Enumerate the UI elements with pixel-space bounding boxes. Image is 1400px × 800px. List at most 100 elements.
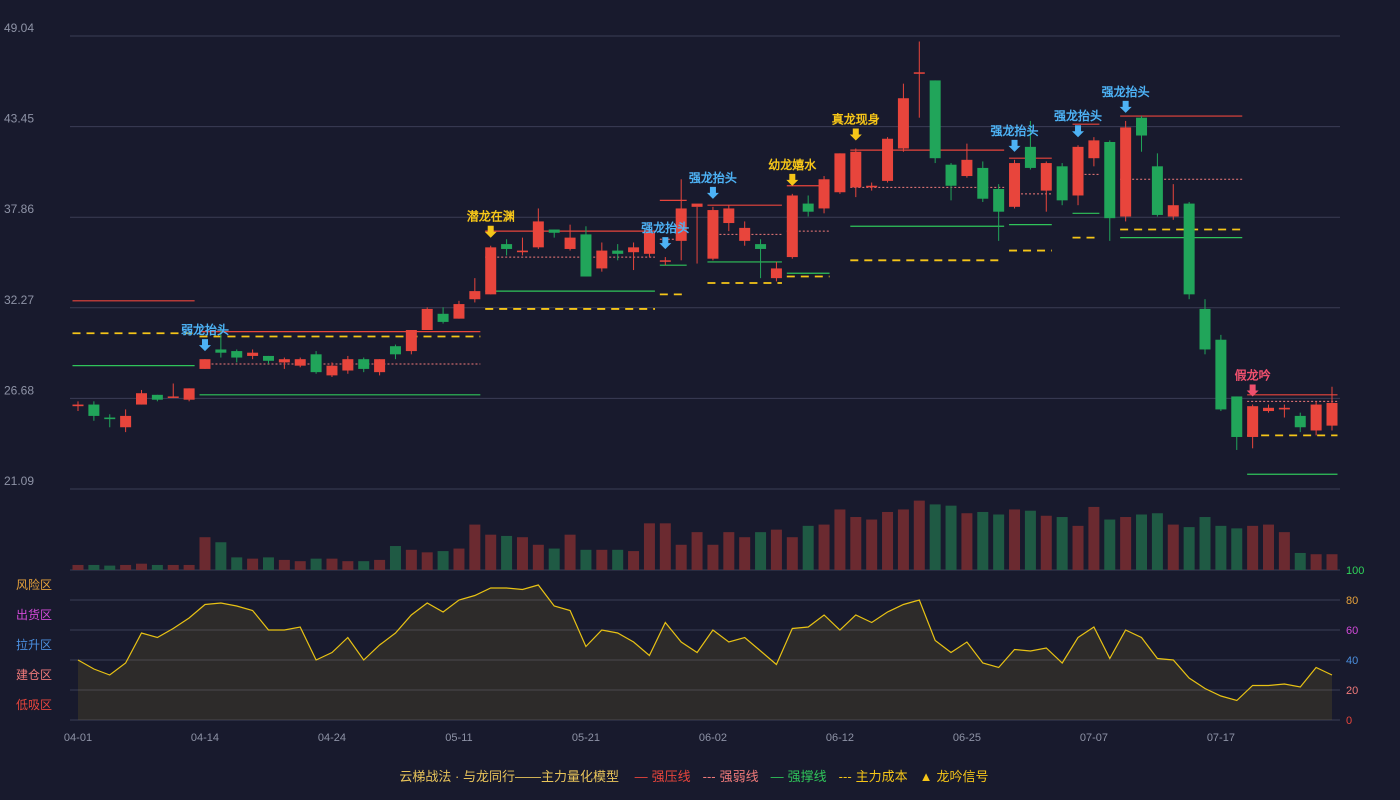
signal-arrow-icon — [706, 186, 719, 199]
candle-body — [1040, 163, 1052, 191]
candle-body — [786, 195, 798, 258]
date-tick-label: 05-11 — [445, 732, 472, 744]
volume-bar — [1151, 513, 1163, 570]
volume-bar — [1072, 525, 1084, 570]
legend-symbol-icon: — — [770, 769, 784, 784]
signal-arrow-icon — [786, 173, 799, 186]
volume-bar — [1263, 524, 1275, 570]
legend-label: 强弱线 — [719, 769, 759, 784]
candle-body — [72, 404, 84, 407]
zone-label: 拉升区 — [16, 637, 52, 652]
volume-bar — [548, 548, 560, 570]
legend-label: 强压线 — [651, 769, 691, 784]
candle-body — [548, 229, 560, 233]
volume-bar — [485, 534, 497, 570]
candle-body — [278, 359, 290, 363]
candle-body — [231, 351, 243, 358]
volume-bar — [1294, 552, 1306, 570]
zone-label: 低吸区 — [16, 698, 52, 712]
volume-bar — [135, 563, 147, 570]
candle-body — [1263, 407, 1275, 412]
candle-body — [1088, 140, 1100, 159]
candle-body — [659, 260, 671, 262]
candle-body — [1151, 166, 1163, 215]
candle-body — [977, 167, 989, 199]
signal-label: 幼龙嬉水 — [768, 157, 817, 172]
candle-body — [151, 394, 163, 400]
legend-item: ▲ 龙吟信号 — [920, 766, 989, 785]
candle-body — [993, 188, 1005, 212]
legend-symbol-icon: ▲ — [919, 769, 933, 784]
volume-bar — [691, 532, 703, 570]
legend-label: 龙吟信号 — [936, 769, 989, 784]
volume-bar — [786, 537, 798, 570]
candle-body — [389, 346, 401, 355]
candle-body — [707, 210, 719, 259]
candle-body — [516, 250, 528, 253]
price-tick-label: 26.68 — [4, 383, 34, 397]
date-axis-ticks: 04-01 04-14 04-24 05-11 05-21 06-02 06-12 06-25… — [64, 732, 1235, 744]
volume-bar — [532, 544, 544, 570]
volume-bar — [628, 551, 640, 570]
volume-bar — [167, 564, 179, 570]
volume-bar — [929, 504, 941, 570]
volume-bar — [278, 559, 290, 570]
candle-body — [628, 247, 640, 253]
volume-bar — [294, 561, 306, 570]
volume-bar — [389, 546, 401, 570]
candle-body — [1199, 308, 1211, 350]
volume-bar — [199, 537, 211, 570]
volume-bar — [151, 564, 163, 570]
candle-body — [945, 164, 957, 186]
volume-bar — [183, 564, 195, 570]
signal-label: 强龙抬头 — [689, 170, 737, 185]
volume-bar — [374, 559, 386, 570]
candle-body — [135, 393, 147, 405]
volume-bar — [1009, 509, 1021, 570]
candle-body — [485, 247, 497, 295]
signal-arrow-icon — [1119, 100, 1132, 113]
legend-item: — 强压线 — [635, 766, 691, 785]
candle-body — [850, 151, 862, 188]
legend-symbol-icon: --- — [702, 769, 716, 784]
volume-bar — [88, 564, 100, 570]
volume-bar — [1231, 528, 1243, 570]
candle-body — [342, 359, 354, 371]
candle-body — [1056, 166, 1068, 201]
level-lines — [72, 115, 1338, 475]
dragon-candlestick-chart: 49.0443.4537.8632.2726.6821.09 弱龙抬头潜龙在渊强… — [4, 21, 1364, 744]
signal-arrow-icon — [849, 128, 862, 141]
candle-body — [1247, 406, 1259, 437]
date-tick-label: 04-24 — [318, 732, 346, 744]
legend-label: 主力成本 — [855, 769, 908, 784]
indicator-tick-label: 100 — [1346, 565, 1364, 577]
volume-bar — [993, 514, 1005, 570]
candle-body — [1120, 127, 1132, 217]
candle-body — [643, 232, 655, 254]
date-tick-label: 04-14 — [191, 732, 219, 744]
volume-bar — [977, 511, 989, 570]
candle-body — [1294, 415, 1306, 428]
indicator-panel: 风险区出货区拉升区建仓区低吸区 100 80 60 40 20 0 — [16, 565, 1364, 727]
candle-body — [755, 244, 767, 249]
volume-bar — [739, 537, 751, 570]
candle-body — [1136, 117, 1148, 136]
zone-label: 建仓区 — [16, 668, 52, 682]
legend-item: --- 强弱线 — [703, 766, 759, 785]
signal-label: 强龙抬头 — [641, 220, 689, 235]
volume-bar — [1136, 514, 1148, 570]
candle-body — [770, 268, 782, 279]
indicator-area — [78, 585, 1332, 720]
volume-bar — [1247, 525, 1259, 570]
signal-label: 潜龙在渊 — [467, 209, 515, 224]
volume-bar — [405, 549, 417, 570]
volume-bar — [643, 523, 655, 570]
volume-bar — [1056, 517, 1068, 570]
volume-bar — [1310, 554, 1322, 570]
candle-body — [501, 244, 513, 249]
volume-bar — [1120, 517, 1132, 570]
volume-bar — [723, 532, 735, 570]
volume-bar — [707, 544, 719, 570]
candle-body — [564, 237, 576, 249]
volume-bar — [913, 500, 925, 570]
